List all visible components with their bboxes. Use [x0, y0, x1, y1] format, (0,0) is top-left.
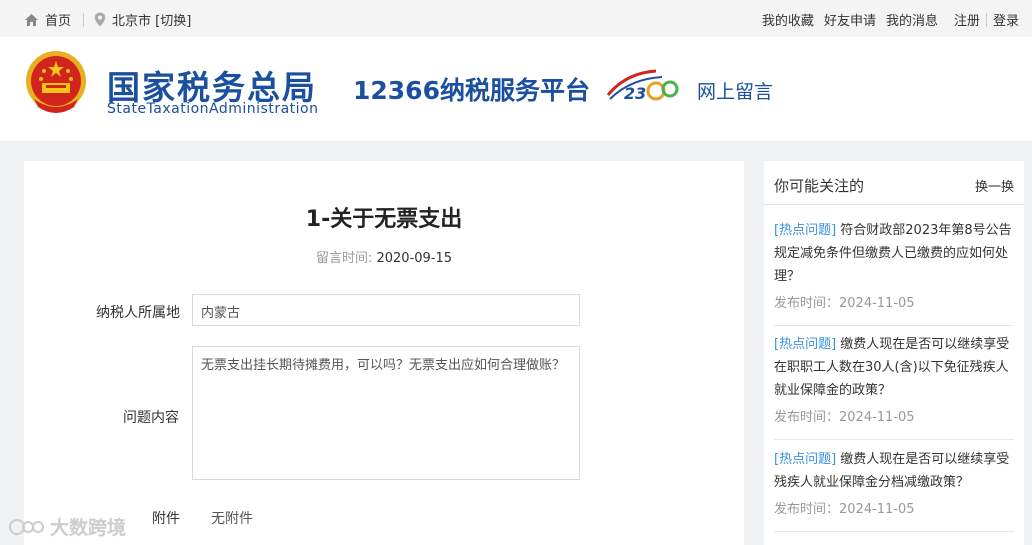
content-label: 问题内容 — [123, 410, 179, 426]
publish-date: 发布时间：2024-11-05 — [774, 502, 915, 517]
messages-link[interactable]: 我的消息 — [886, 10, 938, 29]
login-link[interactable]: 登录 — [993, 10, 1019, 29]
divider — [985, 12, 987, 27]
publish-date: 发布时间：2024-11-05 — [774, 296, 915, 311]
svg-text:23: 23 — [624, 84, 646, 103]
watermark-text: 大数跨境 — [50, 517, 127, 539]
hot-topic-tag: [热点问题] — [774, 452, 837, 467]
top-bar-right: 我的收藏 好友申请 我的消息 注册 登录 — [752, 10, 1019, 29]
refresh-button[interactable]: 换一换 — [975, 176, 1014, 195]
question-title: 1-关于无票支出 — [305, 207, 463, 232]
section-title: 网上留言 — [697, 81, 774, 103]
hot-topic-tag: [热点问题] — [774, 337, 837, 352]
list-item[interactable]: [热点问题] 缴费人现在是否可以继续享受在职职工人数在30人(含)以下免征残疾人… — [774, 333, 1014, 425]
divider — [83, 12, 85, 27]
divider — [774, 531, 1014, 532]
related-sidebar: 你可能关注的 换一换 [热点问题] 符合财政部2023年第8号公告规定减免条件但… — [764, 161, 1024, 545]
message-time: 留言时间: 2020-09-15 — [24, 247, 744, 266]
publish-date: 发布时间：2024-11-05 — [774, 410, 915, 425]
watermark: 大数跨境 — [8, 513, 126, 540]
platform-12366-logo: 23 — [606, 65, 680, 109]
region-field: 内蒙古 — [192, 294, 580, 326]
friend-requests-link[interactable]: 好友申请 — [824, 10, 876, 29]
message-detail-panel: 1-关于无票支出 留言时间: 2020-09-15 纳税人所属地 内蒙古 问题内… — [24, 161, 744, 545]
home-link[interactable]: 首页 — [45, 10, 71, 29]
message-time-label: 留言时间: — [315, 251, 373, 266]
city-switch-link[interactable]: 北京市 [切换] — [112, 10, 191, 29]
hot-topic-tag: [热点问题] — [774, 223, 837, 238]
location-pin-icon — [94, 12, 106, 27]
site-header: 国家税务总局 StateTaxationAdministration 12366… — [0, 37, 1032, 141]
national-emblem-logo[interactable] — [24, 49, 88, 117]
brand-name-en: StateTaxationAdministration — [107, 101, 319, 117]
platform-name: 12366纳税服务平台 — [353, 76, 590, 105]
attachment-value: 无附件 — [211, 511, 253, 527]
top-bar: 首页 北京市 [切换] 我的收藏 好友申请 我的消息 注册 登录 — [0, 0, 1032, 37]
attachment-label: 附件 — [152, 511, 180, 527]
sidebar-title: 你可能关注的 — [774, 177, 865, 195]
message-time-value: 2020-09-15 — [376, 251, 453, 266]
home-icon[interactable] — [24, 13, 39, 27]
divider — [774, 439, 1014, 440]
list-item[interactable]: [热点问题] 缴费人现在是否可以继续享受残疾人就业保障金分档减缴政策？ 发布时间… — [774, 448, 1014, 517]
top-bar-left: 首页 北京市 [切换] — [24, 10, 191, 29]
question-content-field: 无票支出挂长期待摊费用，可以吗？无票支出应如何合理做账？ — [192, 346, 580, 480]
watermark-logo-icon — [9, 518, 44, 535]
divider — [774, 325, 1014, 326]
register-link[interactable]: 注册 — [954, 10, 980, 29]
sidebar-header: 你可能关注的 换一换 — [764, 161, 1024, 205]
region-label: 纳税人所属地 — [96, 305, 180, 321]
favorites-link[interactable]: 我的收藏 — [762, 10, 814, 29]
list-item[interactable]: [热点问题] 符合财政部2023年第8号公告规定减免条件但缴费人已缴费的应如何处… — [774, 219, 1014, 311]
